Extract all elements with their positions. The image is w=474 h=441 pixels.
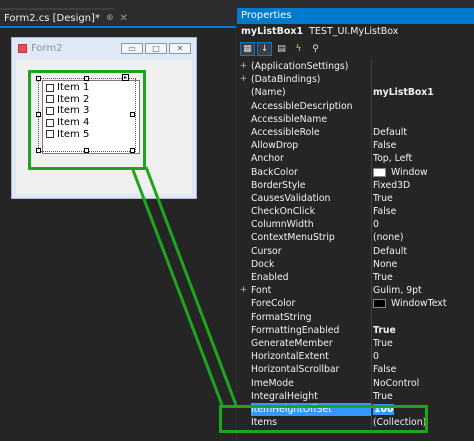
connector-lines [131,166,238,406]
